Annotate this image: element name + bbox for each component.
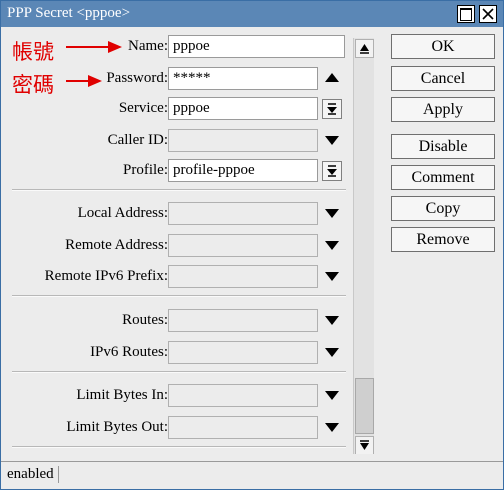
limit-bytes-in-input[interactable]: [168, 384, 318, 407]
dropdown-arrow-icon: [327, 165, 337, 177]
local-address-label: Local Address:: [77, 205, 168, 221]
service-dropdown-button[interactable]: [322, 99, 342, 119]
comment-button[interactable]: Comment: [391, 165, 495, 190]
password-label: Password:: [106, 70, 168, 86]
remote-ipv6-prefix-input[interactable]: [168, 265, 318, 288]
cancel-button[interactable]: Cancel: [391, 66, 495, 91]
profile-dropdown-button[interactable]: [322, 161, 342, 181]
form-panel: 帳號 密碼 Name: pppoe Password: ***** Servic…: [4, 31, 374, 454]
dropdown-arrow-icon: [327, 103, 337, 115]
ipv6-routes-input[interactable]: [168, 341, 318, 364]
status-bar: enabled: [1, 461, 503, 489]
title-bar[interactable]: PPP Secret <pppoe>: [1, 1, 503, 27]
routes-input[interactable]: [168, 309, 318, 332]
limit-bytes-out-label: Limit Bytes Out:: [66, 419, 168, 435]
close-icon: [482, 8, 494, 20]
service-select[interactable]: pppoe: [168, 97, 318, 120]
name-input[interactable]: pppoe: [168, 35, 345, 58]
row-remote-ipv6-prefix: Remote IPv6 Prefix:: [4, 265, 374, 289]
section-divider: [12, 446, 346, 448]
remote-ipv6-prefix-expand-button[interactable]: [322, 267, 342, 287]
triangle-down-icon: [325, 423, 339, 432]
limit-bytes-in-label: Limit Bytes In:: [76, 387, 168, 403]
row-limit-bytes-in: Limit Bytes In:: [4, 384, 374, 408]
remote-address-input[interactable]: [168, 234, 318, 257]
row-caller-id: Caller ID:: [4, 129, 374, 153]
row-remote-address: Remote Address:: [4, 234, 374, 258]
form-scrollbar[interactable]: [353, 38, 374, 454]
apply-button[interactable]: Apply: [391, 97, 495, 122]
scroll-up-button[interactable]: [355, 39, 374, 58]
remote-address-label: Remote Address:: [65, 237, 168, 253]
scrollbar-thumb[interactable]: [355, 378, 374, 434]
local-address-expand-button[interactable]: [322, 204, 342, 224]
caller-id-expand-button[interactable]: [322, 131, 342, 151]
triangle-up-icon: [325, 73, 339, 82]
routes-expand-button[interactable]: [322, 311, 342, 331]
triangle-down-icon: [325, 209, 339, 218]
disable-button[interactable]: Disable: [391, 134, 495, 159]
section-divider: [12, 371, 346, 373]
row-service: Service: pppoe: [4, 97, 374, 121]
triangle-down-icon: [325, 136, 339, 145]
ppp-secret-window: PPP Secret <pppoe> 帳號 密碼 Name: pppoe Pas…: [0, 0, 504, 490]
scroll-down-icon: [360, 440, 369, 450]
profile-label: Profile:: [123, 162, 168, 178]
remote-ipv6-prefix-label: Remote IPv6 Prefix:: [44, 268, 168, 284]
profile-select[interactable]: profile-pppoe: [168, 159, 318, 182]
copy-button[interactable]: Copy: [391, 196, 495, 221]
ipv6-routes-label: IPv6 Routes:: [90, 344, 168, 360]
routes-label: Routes:: [122, 312, 168, 328]
limit-bytes-in-expand-button[interactable]: [322, 386, 342, 406]
row-profile: Profile: profile-pppoe: [4, 159, 374, 183]
scroll-up-icon: [360, 44, 369, 54]
ok-button[interactable]: OK: [391, 34, 495, 59]
triangle-down-icon: [325, 391, 339, 400]
row-ipv6-routes: IPv6 Routes:: [4, 341, 374, 365]
status-text: enabled: [7, 466, 59, 483]
section-divider: [12, 189, 346, 191]
service-label: Service:: [118, 100, 168, 116]
scroll-down-button[interactable]: [355, 436, 374, 454]
close-button[interactable]: [479, 5, 497, 23]
row-limit-bytes-out: Limit Bytes Out:: [4, 416, 374, 440]
password-input[interactable]: *****: [168, 67, 318, 90]
caller-id-label: Caller ID:: [107, 132, 168, 148]
triangle-down-icon: [325, 348, 339, 357]
password-toggle-button[interactable]: [322, 69, 342, 89]
limit-bytes-out-expand-button[interactable]: [322, 418, 342, 438]
limit-bytes-out-input[interactable]: [168, 416, 318, 439]
name-label: Name:: [128, 38, 168, 54]
window-title: PPP Secret <pppoe>: [7, 5, 131, 21]
remote-address-expand-button[interactable]: [322, 236, 342, 256]
triangle-down-icon: [325, 241, 339, 250]
triangle-down-icon: [325, 316, 339, 325]
caller-id-input[interactable]: [168, 129, 318, 152]
remove-button[interactable]: Remove: [391, 227, 495, 252]
row-routes: Routes:: [4, 309, 374, 333]
local-address-input[interactable]: [168, 202, 318, 225]
ipv6-routes-expand-button[interactable]: [322, 343, 342, 363]
triangle-down-icon: [325, 272, 339, 281]
row-name: Name: pppoe: [4, 35, 374, 59]
row-local-address: Local Address:: [4, 202, 374, 226]
row-password: Password: *****: [4, 67, 374, 91]
dialog-content: 帳號 密碼 Name: pppoe Password: ***** Servic…: [1, 27, 503, 461]
maximize-button[interactable]: [457, 5, 475, 23]
section-divider: [12, 295, 346, 297]
